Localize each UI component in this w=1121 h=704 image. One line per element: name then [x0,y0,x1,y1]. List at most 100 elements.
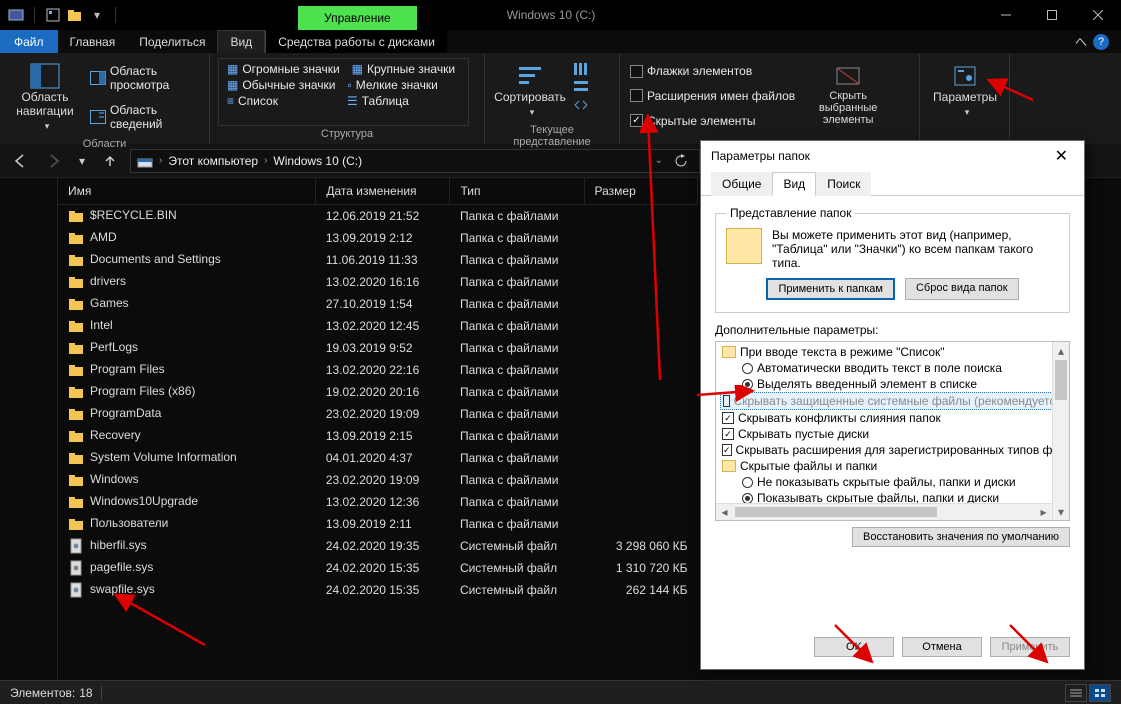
up-button[interactable] [96,148,124,174]
dialog-tab-general[interactable]: Общие [711,172,772,196]
apply-button[interactable]: Применить [990,637,1070,657]
file-icon [68,582,84,598]
maximize-button[interactable] [1029,0,1075,30]
table-row[interactable]: pagefile.sys24.02.2020 15:35Системный фа… [58,557,698,579]
back-button[interactable] [6,148,34,174]
add-columns-icon[interactable] [573,62,589,76]
details-pane-button[interactable]: Область сведений [88,102,201,132]
table-row[interactable]: System Volume Information04.01.2020 4:37… [58,447,698,469]
view-list[interactable]: ≡Список [221,93,341,109]
minimize-button[interactable] [983,0,1029,30]
tree-radio-dont-show-hidden[interactable]: Не показывать скрытые файлы, папки и дис… [720,474,1069,490]
app-icon [8,7,24,23]
close-button[interactable] [1075,0,1121,30]
contextual-tab-manage[interactable]: Управление [298,6,417,30]
breadcrumb-drive[interactable]: Windows 10 (C:) [273,154,362,168]
recent-locations-button[interactable]: ▾ [74,148,90,174]
column-size[interactable]: Размер [584,178,697,205]
dialog-titlebar: Параметры папок ✕ [701,141,1084,171]
restore-defaults-button[interactable]: Восстановить значения по умолчанию [852,527,1070,547]
table-row[interactable]: AMD13.09.2019 2:12Папка с файлами [58,227,698,249]
item-checkboxes-toggle[interactable]: Флажки элементов [628,63,797,79]
status-label: Элементов: [10,686,75,700]
column-name[interactable]: Имя [58,178,316,205]
table-row[interactable]: hiberfil.sys24.02.2020 19:35Системный фа… [58,535,698,557]
file-date: 11.06.2019 11:33 [316,249,450,271]
statusbar-icons-view[interactable] [1089,684,1111,702]
file-date: 13.02.2020 12:36 [316,491,450,513]
tab-file[interactable]: Файл [0,30,58,53]
navigation-pane-button[interactable]: Область навигации [8,58,82,136]
options-button[interactable]: Параметры [928,58,1002,126]
folder-icon [68,318,84,334]
tab-share[interactable]: Поделиться [127,30,217,53]
radio-selected-icon [742,379,753,390]
tab-view[interactable]: Вид [217,30,265,53]
apply-to-folders-button[interactable]: Применить к папкам [766,278,895,300]
table-row[interactable]: Program Files13.02.2020 22:16Папка с фай… [58,359,698,381]
column-type[interactable]: Тип [450,178,584,205]
table-row[interactable]: Documents and Settings11.06.2019 11:33Па… [58,249,698,271]
help-icon[interactable]: ? [1093,34,1109,50]
navigation-pane-label: Область навигации [14,90,76,118]
ribbon-collapse-icon[interactable]: へ [1075,33,1087,50]
folder-icon [68,472,84,488]
table-row[interactable]: Пользователи13.09.2019 2:11Папка с файла… [58,513,698,535]
table-row[interactable]: PerfLogs19.03.2019 9:52Папка с файлами [58,337,698,359]
dialog-tab-search[interactable]: Поиск [816,172,871,196]
table-row[interactable]: ProgramData23.02.2020 19:09Папка с файла… [58,403,698,425]
qat-newfolder-icon[interactable] [67,7,83,23]
table-row[interactable]: Program Files (x86)19.02.2020 20:16Папка… [58,381,698,403]
size-columns-icon[interactable] [573,98,589,112]
table-row[interactable]: Windows10Upgrade13.02.2020 12:36Папка с … [58,491,698,513]
address-history-dropdown[interactable]: ⌄ [655,155,663,166]
tree-check-hide-protected[interactable]: Скрывать защищенные системные файлы (рек… [720,392,1069,410]
tree-vertical-scrollbar[interactable]: ▴▾ [1052,342,1069,520]
refresh-button[interactable] [669,154,693,168]
sort-button[interactable]: Сортировать [493,58,567,122]
navigation-tree[interactable] [0,178,58,680]
cancel-button[interactable]: Отмена [902,637,982,657]
group-currentview-caption: Текущее представление [493,122,611,150]
table-row[interactable]: Recovery13.09.2019 2:15Папка с файлами [58,425,698,447]
table-row[interactable]: drivers13.02.2020 16:16Папка с файлами [58,271,698,293]
tree-check-hide-extensions[interactable]: Скрывать расширения для зарегистрированн… [720,442,1069,458]
file-extensions-toggle[interactable]: Расширения имен файлов [628,88,797,104]
hidden-items-toggle[interactable]: Скрытые элементы [628,113,797,129]
address-bar[interactable]: › Этот компьютер › Windows 10 (C:) ⌄ [130,149,700,173]
view-medium-icons[interactable]: ▦Обычные значки [221,77,341,93]
tab-home[interactable]: Главная [58,30,128,53]
qat-dropdown-icon[interactable]: ▾ [89,7,105,23]
hide-selected-button[interactable]: Скрыть выбранные элементы [803,58,893,130]
table-row[interactable]: Windows23.02.2020 19:09Папка с файлами [58,469,698,491]
tree-radio-auto-search[interactable]: Автоматически вводить текст в поле поиск… [720,360,1069,376]
tab-drive-tools[interactable]: Средства работы с дисками [265,30,447,53]
reset-folders-button[interactable]: Сброс вида папок [905,278,1019,300]
breadcrumb-this-pc[interactable]: Этот компьютер [168,154,258,168]
table-row[interactable]: swapfile.sys24.02.2020 15:35Системный фа… [58,579,698,601]
group-by-icon[interactable] [573,80,589,94]
chevron-right-icon[interactable]: › [264,155,267,166]
statusbar-details-view[interactable] [1065,684,1087,702]
tree-horizontal-scrollbar[interactable]: ◂▸ [716,503,1052,520]
table-row[interactable]: Intel13.02.2020 12:45Папка с файлами [58,315,698,337]
view-extra-large-icons[interactable]: ▦Огромные значки [221,61,346,77]
tree-check-hide-empty-drives[interactable]: Скрывать пустые диски [720,426,1069,442]
tree-radio-select-item[interactable]: Выделять введенный элемент в списке [720,376,1069,392]
qat-properties-icon[interactable] [45,7,61,23]
dialog-close-button[interactable]: ✕ [1049,146,1074,166]
forward-button[interactable] [40,148,68,174]
advanced-settings-tree[interactable]: При вводе текста в режиме "Список" Автом… [715,341,1070,521]
view-details[interactable]: ☰Таблица [341,93,461,109]
ok-button[interactable]: OK [814,637,894,657]
table-row[interactable]: $RECYCLE.BIN12.06.2019 21:52Папка с файл… [58,205,698,228]
view-small-icons[interactable]: ▫Мелкие значки [341,77,461,93]
chevron-right-icon[interactable]: › [159,155,162,166]
column-date[interactable]: Дата изменения [316,178,450,205]
table-row[interactable]: Games27.10.2019 1:54Папка с файлами [58,293,698,315]
file-type: Папка с файлами [450,315,584,337]
view-large-icons[interactable]: ▦Крупные значки [346,61,466,77]
dialog-tab-view[interactable]: Вид [772,172,816,196]
preview-pane-button[interactable]: Область просмотра [88,63,201,93]
tree-check-hide-merge-conflicts[interactable]: Скрывать конфликты слияния папок [720,410,1069,426]
